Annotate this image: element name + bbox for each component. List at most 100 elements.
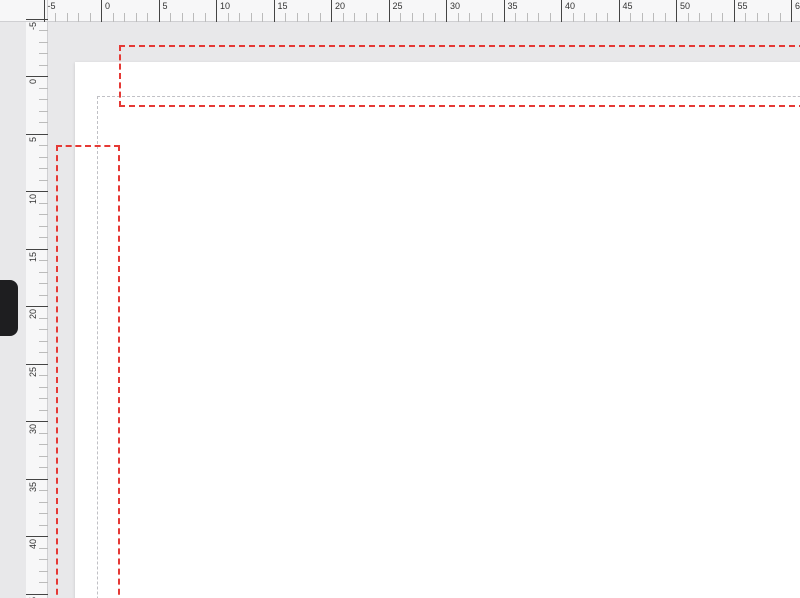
ruler-h-tick-minor xyxy=(423,13,424,22)
ruler-h-tick-label: 40 xyxy=(565,1,575,11)
ruler-v-tick-major: -5 xyxy=(26,19,48,20)
ruler-v-tick-minor xyxy=(39,318,48,319)
ruler-h-tick-minor xyxy=(596,13,597,22)
ruler-v-tick-major: 20 xyxy=(26,306,48,307)
ruler-h-tick-minor xyxy=(768,13,769,22)
ruler-v-tick-minor xyxy=(39,65,48,66)
ruler-h-tick-minor xyxy=(239,13,240,22)
ruler-h-tick-minor xyxy=(630,13,631,22)
ruler-v-tick-minor xyxy=(39,329,48,330)
ruler-h-tick-minor xyxy=(67,13,68,22)
ruler-v-tick-minor xyxy=(39,467,48,468)
ruler-h-tick-minor xyxy=(251,13,252,22)
ruler-h-tick-minor xyxy=(538,13,539,22)
ruler-h-tick-minor xyxy=(757,13,758,22)
ruler-v-tick-minor xyxy=(39,582,48,583)
ruler-v-tick-label: 25 xyxy=(28,367,38,377)
ruler-v-tick-label: 35 xyxy=(28,482,38,492)
ruler-h-tick-minor xyxy=(665,13,666,22)
ruler-h-tick-minor xyxy=(745,13,746,22)
ruler-v-tick-major: 40 xyxy=(26,536,48,537)
ruler-h-tick-minor xyxy=(147,13,148,22)
ruler-h-tick-minor xyxy=(550,13,551,22)
ruler-h-tick-label: 60 xyxy=(795,1,800,11)
ruler-v-tick-minor xyxy=(39,456,48,457)
ruler-v-tick-major: 30 xyxy=(26,421,48,422)
ruler-h-tick-minor xyxy=(354,13,355,22)
ruler-h-tick-minor xyxy=(285,13,286,22)
ruler-v-tick-minor xyxy=(39,375,48,376)
ruler-h-tick-minor xyxy=(653,13,654,22)
ruler-h-tick-minor xyxy=(492,13,493,22)
ruler-h-tick-minor xyxy=(90,13,91,22)
ruler-h-tick-minor xyxy=(435,13,436,22)
ruler-h-tick-minor xyxy=(573,13,574,22)
ruler-h-tick-minor xyxy=(722,13,723,22)
ruler-v-tick-minor xyxy=(39,237,48,238)
selection-rect-1[interactable] xyxy=(56,145,120,598)
ruler-h-tick-major: 10 xyxy=(216,0,217,22)
ruler-v-tick-major: 0 xyxy=(26,76,48,77)
ruler-h-tick-minor xyxy=(262,13,263,22)
ruler-v-tick-minor xyxy=(39,145,48,146)
ruler-h-tick-minor xyxy=(343,13,344,22)
ruler-h-tick-label: 25 xyxy=(393,1,403,11)
ruler-h-tick-minor xyxy=(136,13,137,22)
toolbox-peek[interactable] xyxy=(0,280,18,336)
page[interactable] xyxy=(75,62,800,598)
ruler-v-tick-minor xyxy=(39,99,48,100)
ruler-horizontal[interactable]: -5051015202530354045505560 xyxy=(48,0,800,22)
canvas[interactable] xyxy=(48,22,800,598)
ruler-v-tick-major: 10 xyxy=(26,191,48,192)
ruler-v-tick-minor xyxy=(39,398,48,399)
ruler-h-tick-major: 45 xyxy=(619,0,620,22)
ruler-v-tick-minor xyxy=(39,53,48,54)
selection-rect-0[interactable] xyxy=(119,45,800,107)
ruler-h-tick-major: 25 xyxy=(389,0,390,22)
ruler-v-tick-minor xyxy=(39,341,48,342)
ruler-v-tick-minor xyxy=(39,260,48,261)
ruler-v-tick-minor xyxy=(39,444,48,445)
app-root: -5051015202530354045505560 -505101520253… xyxy=(0,0,800,598)
ruler-h-tick-label: 0 xyxy=(105,1,110,11)
ruler-h-tick-minor xyxy=(458,13,459,22)
ruler-h-tick-minor xyxy=(412,13,413,22)
ruler-v-tick-major: 15 xyxy=(26,249,48,250)
ruler-h-tick-major: 30 xyxy=(446,0,447,22)
ruler-h-tick-minor xyxy=(527,13,528,22)
ruler-v-tick-minor xyxy=(39,214,48,215)
ruler-h-tick-major: 50 xyxy=(676,0,677,22)
ruler-h-tick-label: -5 xyxy=(48,1,56,11)
ruler-v-tick-minor xyxy=(39,272,48,273)
ruler-v-tick-minor xyxy=(39,203,48,204)
ruler-vertical[interactable]: -5051015202530354045 xyxy=(26,22,48,598)
ruler-h-tick-minor xyxy=(584,13,585,22)
ruler-v-tick-minor xyxy=(39,410,48,411)
ruler-h-tick-label: 15 xyxy=(278,1,288,11)
ruler-h-tick-label: 10 xyxy=(220,1,230,11)
ruler-h-tick-label: 30 xyxy=(450,1,460,11)
ruler-v-tick-minor xyxy=(39,352,48,353)
ruler-v-tick-minor xyxy=(39,490,48,491)
ruler-h-tick-label: 50 xyxy=(680,1,690,11)
ruler-v-tick-minor xyxy=(39,525,48,526)
ruler-v-tick-minor xyxy=(39,226,48,227)
ruler-h-tick-minor xyxy=(481,13,482,22)
ruler-v-tick-minor xyxy=(39,559,48,560)
ruler-v-tick-major: 5 xyxy=(26,134,48,135)
ruler-v-tick-label: -5 xyxy=(28,22,38,30)
ruler-h-tick-minor xyxy=(182,13,183,22)
ruler-v-tick-minor xyxy=(39,387,48,388)
ruler-h-tick-label: 35 xyxy=(508,1,518,11)
ruler-v-tick-minor xyxy=(39,168,48,169)
ruler-v-tick-label: 40 xyxy=(28,539,38,549)
ruler-v-tick-label: 0 xyxy=(28,79,38,84)
ruler-v-tick-major: 25 xyxy=(26,364,48,365)
ruler-h-tick-major: 0 xyxy=(101,0,102,22)
ruler-h-tick-minor xyxy=(78,13,79,22)
ruler-h-tick-label: 45 xyxy=(623,1,633,11)
ruler-v-tick-major: 35 xyxy=(26,479,48,480)
ruler-h-tick-minor xyxy=(124,13,125,22)
ruler-v-tick-minor xyxy=(39,88,48,89)
ruler-v-tick-minor xyxy=(39,283,48,284)
